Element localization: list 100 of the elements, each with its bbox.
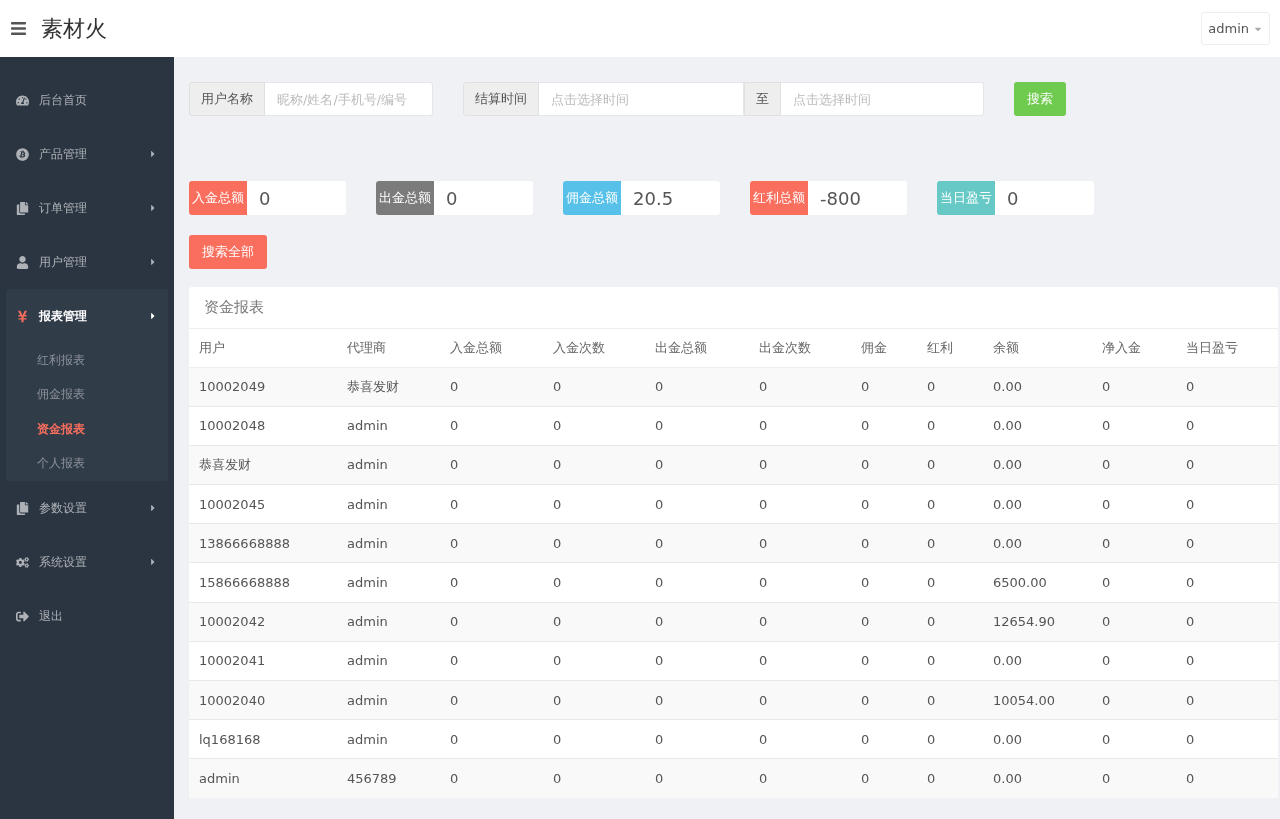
table-cell: 10054.00 [983,680,1092,720]
table-cell: 0 [749,523,851,563]
table-cell: 0 [917,523,983,563]
sidebar-item[interactable]: 产品管理 [6,127,168,181]
table-cell: 0 [851,680,917,720]
table-cell: admin [337,562,440,603]
sidebar-item[interactable]: 后台首页 [6,73,168,127]
user-menu-button[interactable]: admin [1201,12,1270,45]
table-cell: 0 [749,680,851,720]
table-cell: 0 [1176,719,1278,759]
stat-value: 20.5 [632,186,674,211]
field-label: 结算时间 [463,82,539,116]
gears-icon [16,555,29,569]
table-cell: 0 [1092,484,1176,524]
table-cell: 0.00 [983,367,1092,407]
table-cell: 0.00 [983,406,1092,446]
table-cell: 0 [1176,602,1278,642]
sidebar-item[interactable]: 退出 [6,589,168,643]
sidebar-item[interactable]: 系统设置 [6,535,168,589]
sidebar-item[interactable]: 用户管理 [6,235,168,289]
table-cell: 0 [543,641,645,681]
submenu-item[interactable]: 个人报表 [6,446,168,481]
start-date-field[interactable]: 点击选择时间 [539,82,744,116]
table-cell: 0.00 [983,484,1092,524]
table-cell: 0 [851,641,917,681]
sidebar-item[interactable]: 订单管理 [6,181,168,235]
table-cell: 10002041 [189,641,337,681]
table-cell: 0 [440,602,543,642]
table-cell: 0 [645,719,749,759]
table-cell: 0 [543,680,645,720]
table-cell: 0 [749,367,851,407]
table-cell: 0 [1176,641,1278,681]
yen-icon [16,309,29,323]
submenu-item[interactable]: 红利报表 [6,343,168,378]
user-search-field[interactable]: 昵称/姓名/手机号/编号 [265,82,433,116]
table-cell: 0 [1092,602,1176,642]
table-cell: 0 [917,406,983,446]
user-icon [16,255,29,269]
table-cell: 0 [1176,406,1278,446]
column-header: 当日盈亏 [1176,329,1278,367]
table-cell: 0 [749,758,851,799]
table-cell: 0 [440,641,543,681]
sign-out-icon [16,609,29,623]
table-cell: 0.00 [983,523,1092,563]
table-cell: 6500.00 [983,562,1092,603]
table-cell: 0 [1092,406,1176,446]
table-cell: 0 [645,367,749,407]
stat-value: 0 [445,186,458,211]
field-label: 用户名称 [189,82,265,116]
documents-icon [16,201,29,215]
submenu-item[interactable]: 资金报表 [6,412,168,447]
table-cell: 0 [440,719,543,759]
table-cell: 0 [645,523,749,563]
table-cell: 0 [543,367,645,407]
menu-icon[interactable] [10,20,27,37]
table-cell: 10002040 [189,680,337,720]
column-header: 余额 [983,329,1092,367]
stat-label: 红利总额 [750,181,808,215]
table-cell: 0 [543,484,645,524]
table-cell: 0 [645,484,749,524]
table-cell: 10002048 [189,406,337,446]
table-cell: admin [337,680,440,720]
table-cell: 0 [851,406,917,446]
column-header: 出金总额 [645,329,749,367]
sidebar-item[interactable]: 参数设置 [6,481,168,535]
panel-title: 资金报表 [189,287,1278,329]
table-cell: 0 [749,406,851,446]
column-header: 代理商 [337,329,440,367]
table-cell: 0 [543,523,645,563]
table-cell: 0 [1176,367,1278,407]
sidebar-item[interactable]: 报表管理 [6,289,168,343]
table-cell: 0 [917,602,983,642]
table-cell: 0 [1176,758,1278,799]
table-cell: admin [189,758,337,799]
table-cell: 0 [917,758,983,799]
table-cell: 0 [1092,562,1176,603]
table-cell: 0 [440,484,543,524]
table-cell: 0 [440,523,543,563]
table-cell: 0 [1176,562,1278,603]
table-cell: 0 [1092,523,1176,563]
table-cell: 0 [749,562,851,603]
stat-label: 入金总额 [189,181,247,215]
table-cell: 0 [543,562,645,603]
table-cell: 0 [1176,445,1278,485]
logo: 素材火 [41,14,107,43]
table-cell: 0 [851,562,917,603]
table-cell: 0 [645,406,749,446]
table-cell: admin [337,484,440,524]
table-cell: 0 [851,445,917,485]
end-date-field[interactable]: 点击选择时间 [781,82,984,116]
submenu-item[interactable]: 佣金报表 [6,377,168,412]
column-header: 红利 [917,329,983,367]
table-cell: 15866668888 [189,562,337,603]
stat-value: 0 [258,186,271,211]
table-cell: 0 [543,406,645,446]
table-cell: 456789 [337,758,440,799]
table-cell: 10002045 [189,484,337,524]
table-cell: 0 [749,484,851,524]
table-cell: 0 [917,680,983,720]
table-cell: 0 [851,758,917,799]
